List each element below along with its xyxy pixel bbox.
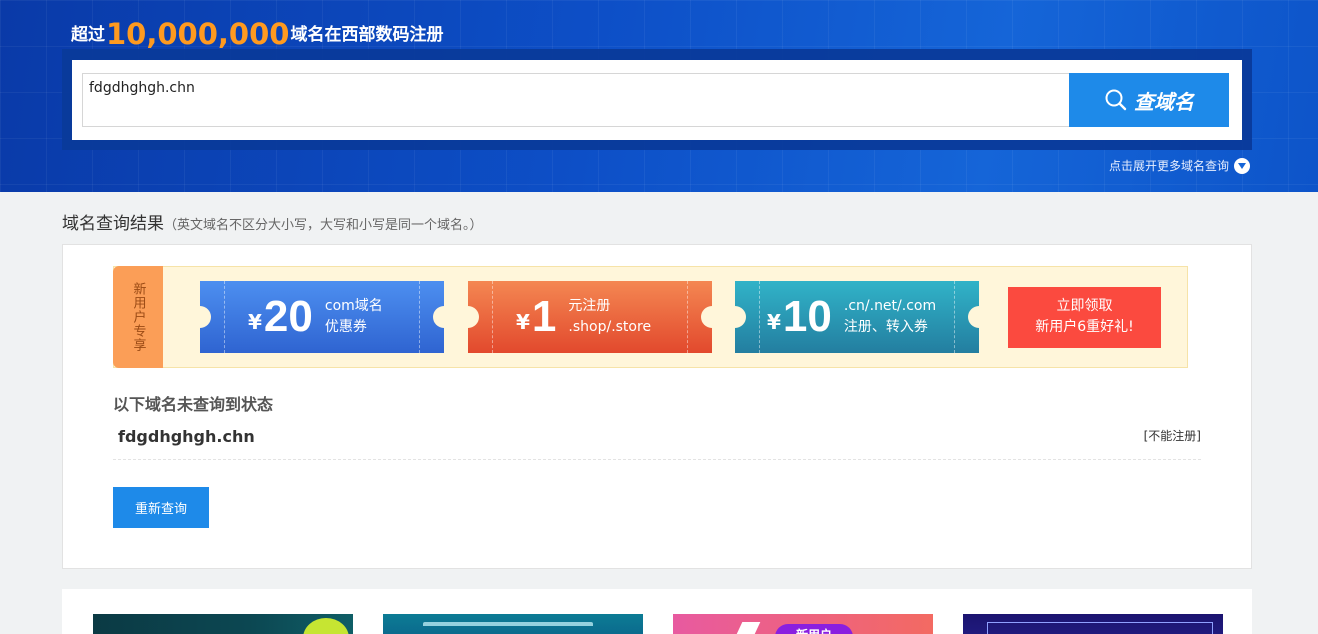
coupon-divider xyxy=(419,281,420,353)
banner-decoration xyxy=(723,622,761,634)
expand-more-query-link[interactable]: 点击展开更多域名查询 xyxy=(1109,157,1250,174)
coupon-amount: 10 xyxy=(782,292,832,341)
new-user-tag: 新用户专享 xyxy=(113,266,163,368)
promo-banner-1[interactable] xyxy=(93,614,353,634)
banner-pill-label: 新用户 xyxy=(775,624,853,634)
coupon-currency: ¥ xyxy=(516,310,530,334)
hero-title-prefix: 超过 xyxy=(71,25,105,45)
coupon-line2: .shop/.store xyxy=(568,319,652,335)
coupon-line2: 优惠券 xyxy=(324,319,367,335)
banner-decoration xyxy=(423,622,593,634)
claim-gift-button[interactable]: 立即领取 新用户6重好礼! xyxy=(1008,287,1161,348)
coupon-com[interactable]: ¥ 20 com域名 优惠券 xyxy=(200,281,444,353)
coupon-notch xyxy=(468,306,479,328)
result-note: （英文域名不区分大小写，大写和小写是同一个域名。） xyxy=(164,218,483,233)
requery-button[interactable]: 重新查询 xyxy=(113,487,209,528)
coupon-divider xyxy=(759,281,760,353)
coupon-line1: 元注册 xyxy=(568,298,611,314)
coupon-currency: ¥ xyxy=(767,310,781,334)
coupon-line2: 注册、转入券 xyxy=(843,319,928,335)
coupon-divider xyxy=(687,281,688,353)
coupon-notch xyxy=(433,306,444,328)
coupon-notch xyxy=(735,306,746,328)
domain-search-input[interactable]: fdgdhghgh.chn xyxy=(82,73,1070,127)
unresolved-heading: 以下域名未查询到状态 xyxy=(113,395,274,414)
coupon-divider xyxy=(954,281,955,353)
promo-banner-2[interactable] xyxy=(383,614,643,634)
coupon-shop-store[interactable]: ¥ 1 元注册 .shop/.store xyxy=(468,281,712,353)
coupon-line1: .cn/.net/.com xyxy=(843,298,937,314)
coupon-amount: 1 xyxy=(531,292,557,341)
search-button-label: 查域名 xyxy=(1134,89,1194,114)
search-domain-button[interactable]: 查域名 xyxy=(1069,73,1229,127)
more-link-label: 点击展开更多域名查询 xyxy=(1108,159,1229,173)
domain-name: fdgdhghgh.chn xyxy=(118,427,255,446)
search-icon xyxy=(1105,89,1127,111)
result-title: 域名查询结果（英文域名不区分大小写，大写和小写是同一个域名。） xyxy=(62,209,483,234)
coupon-description: com域名 优惠券 xyxy=(325,296,383,338)
coupon-description: .cn/.net/.com 注册、转入券 xyxy=(844,296,936,338)
hero-title-suffix: 域名在西部数码注册 xyxy=(290,25,444,45)
hero-title-number: 10,000,000 xyxy=(106,17,290,51)
coupon-amount: 20 xyxy=(263,292,313,341)
coupon-divider xyxy=(492,281,493,353)
coupon-cn-net-com[interactable]: ¥ 10 .cn/.net/.com 注册、转入券 xyxy=(735,281,979,353)
gift-line2: 新用户6重好礼! xyxy=(1035,319,1134,335)
promo-banner-3[interactable]: 新用户 xyxy=(673,614,933,634)
banner-decoration xyxy=(303,618,349,634)
chevron-down-icon xyxy=(1234,157,1250,174)
coupon-line1: com域名 xyxy=(324,298,383,314)
coupon-notch xyxy=(200,306,211,328)
coupon-divider xyxy=(224,281,225,353)
promo-banner-4[interactable] xyxy=(963,614,1223,634)
coupon-notch xyxy=(701,306,712,328)
domain-result-row: fdgdhghgh.chn [不能注册] xyxy=(113,420,1201,460)
hero-title: 超过 10,000,000 域名在西部数码注册 xyxy=(71,10,443,50)
banner-decoration xyxy=(987,622,1213,634)
result-title-text: 域名查询结果 xyxy=(62,214,164,234)
gift-line1: 立即领取 xyxy=(1056,298,1113,314)
coupon-currency: ¥ xyxy=(248,310,262,334)
coupon-description: 元注册 .shop/.store xyxy=(568,296,651,338)
status-badge: [不能注册] xyxy=(1143,429,1201,443)
coupon-notch xyxy=(968,306,979,328)
